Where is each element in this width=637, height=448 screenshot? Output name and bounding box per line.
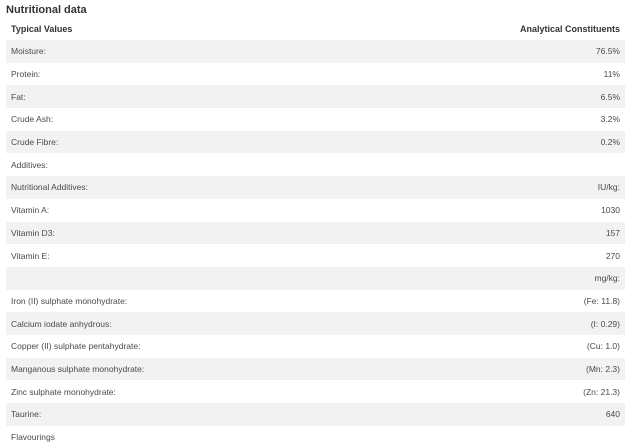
table-row: Flavourings (6, 426, 625, 448)
nutrient-value: (Fe: 11.8) (583, 295, 620, 306)
section-title: Nutritional data (6, 4, 87, 16)
nutrient-name: Taurine: (11, 409, 42, 420)
nutrient-name: Crude Ash: (11, 114, 54, 125)
nutrient-name: Flavourings (11, 432, 55, 443)
nutrient-value: IU/kg: (597, 182, 620, 193)
nutrient-value: (Zn: 21.3) (583, 386, 620, 397)
table-body: Moisture: 76.5% Protein: 11% Fat: 6.5% Crude A… (6, 40, 625, 448)
table-row: Copper (II) sulphate pentahydrate: (Cu: 1… (6, 335, 625, 358)
nutrient-name: Crude Fibre: (11, 137, 59, 148)
table-row: Calcium iodate anhydrous: (I: 0.29) (6, 312, 625, 335)
analytical-constituents-header: Analytical Constituents (519, 24, 620, 34)
nutrient-name: Iron (II) sulphate monohydrate: (11, 295, 128, 306)
table-header-row: Typical Values Analytical Constituents (6, 18, 625, 40)
table-row: Taurine: 640 (6, 403, 625, 426)
nutrient-value: 1030 (601, 205, 620, 216)
nutrient-name: Fat: (11, 91, 26, 102)
nutrient-name: Vitamin E: (11, 250, 50, 261)
table-row: Moisture: 76.5% (6, 40, 625, 63)
nutrient-name: Vitamin D3: (11, 227, 55, 238)
nutrient-name: Manganous sulphate monohydrate: (11, 363, 145, 374)
nutrient-value: (Cu: 1.0) (586, 341, 620, 352)
nutrient-value: mg/kg: (594, 273, 620, 284)
nutrient-name: Moisture: (11, 46, 46, 57)
nutrient-name: Calcium iodate anhydrous: (11, 318, 112, 329)
nutrient-name: Zinc sulphate monohydrate: (11, 386, 116, 397)
nutrient-value: 76.5% (595, 46, 620, 57)
table-row: Fat: 6.5% (6, 85, 625, 109)
nutrient-value: (Mn: 2.3) (585, 363, 620, 374)
nutrient-name (6, 267, 316, 290)
nutrient-value: 11% (603, 69, 620, 80)
table-row: Vitamin D3: 157 (6, 221, 625, 245)
table-row: Iron (II) sulphate monohydrate: (Fe: 11.8… (6, 290, 625, 313)
table-row: Crude Fibre: 0.2% (6, 130, 625, 154)
nutrient-value: (I: 0.29) (590, 318, 620, 329)
nutrient-value: 3.2% (600, 114, 620, 125)
nutrient-name: Vitamin A: (11, 205, 50, 216)
table-row: mg/kg: (6, 266, 625, 290)
table-row: Nutritional Additives: IU/kg: (6, 176, 625, 199)
table-row: Vitamin E: 270 (6, 244, 625, 267)
table-row: Additives: (6, 153, 625, 176)
nutrient-name: Copper (II) sulphate pentahydrate: (11, 341, 141, 352)
nutrient-value (316, 153, 626, 176)
nutrient-name: Protein: (11, 69, 41, 80)
nutrient-value (316, 426, 626, 448)
table-row: Vitamin A: 1030 (6, 199, 625, 222)
nutrient-name: Nutritional Additives: (11, 182, 89, 193)
nutritional-data-panel: Nutritional data Typical Values Analytic… (0, 0, 637, 448)
nutrient-value: 157 (605, 227, 620, 238)
typical-values-header: Typical Values (11, 24, 73, 34)
table-row: Protein: 11% (6, 63, 625, 86)
nutrient-value: 640 (605, 409, 620, 420)
nutrient-value: 0.2% (600, 137, 620, 148)
nutrient-value: 270 (605, 250, 620, 261)
table-row: Crude Ash: 3.2% (6, 108, 625, 131)
nutrient-value: 6.5% (600, 91, 620, 102)
nutrient-name: Additives: (11, 159, 48, 170)
nutrition-table: Typical Values Analytical Constituents M… (6, 18, 625, 448)
table-row: Manganous sulphate monohydrate: (Mn: 2.3) (6, 357, 625, 381)
table-row: Zinc sulphate monohydrate: (Zn: 21.3) (6, 380, 625, 403)
